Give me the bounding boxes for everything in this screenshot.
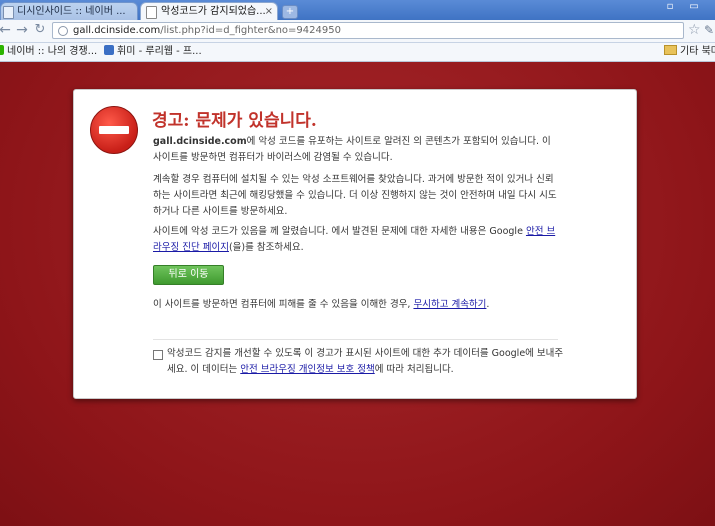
warning-paragraph-3: 사이트에 악성 코드가 있음을 께 알렸습니다. 에서 발견된 문제에 대한 자… [153, 224, 558, 256]
report-paragraph: 악성코드 감지를 개선할 수 있도록 이 경고가 표시된 사이트에 대한 추가 … [167, 346, 567, 378]
tab-strip: 디시인사이드 :: 네이버 ... 악성코드가 감지되었습... × + ▫ ▭ [0, 0, 715, 20]
warning-text: 사이트에 악성 코드가 있음을 께 알렸습니다. 에서 발견된 문제에 대한 자… [153, 226, 526, 237]
page-info-icon [58, 26, 68, 36]
tab-label: 악성코드가 감지되었습... [161, 6, 266, 17]
warning-text: 에 따라 처리됩니다. [374, 364, 454, 375]
warning-text: (을)를 참조하세요. [228, 242, 304, 253]
warning-paragraph-1: gall.dcinside.com에 악성 코드를 유포하는 사이트로 알려진 … [153, 134, 558, 166]
send-data-checkbox[interactable] [153, 350, 163, 360]
go-back-button[interactable]: 뒤로 이동 [153, 265, 224, 285]
stop-sign-icon [90, 106, 138, 154]
bookmarks-bar: 네이버 :: 나의 경쟁... 휘미 - 루리웹 - 프... 기타 북마 [0, 43, 715, 62]
bookmark-ruliweb[interactable]: 휘미 - 루리웹 - 프... [104, 43, 202, 61]
bookmark-label: 네이버 :: 나의 경쟁... [7, 46, 98, 57]
divider [153, 339, 558, 340]
warning-paragraph-2: 계속할 경우 컴퓨터에 설치될 수 있는 악성 소프트웨어를 찾았습니다. 과거… [153, 174, 557, 217]
page-favicon-icon [146, 6, 157, 19]
back-arrow-icon[interactable]: ← [0, 22, 13, 38]
warning-text: . [486, 299, 490, 310]
ruliweb-favicon-icon [104, 45, 114, 55]
maximize-window-icon[interactable]: ▭ [684, 1, 704, 13]
tab-malware-warning[interactable]: 악성코드가 감지되었습... × [140, 2, 278, 20]
folder-icon [664, 45, 677, 55]
page-favicon-icon [3, 6, 14, 19]
warning-title: 경고: 문제가 있습니다. [152, 111, 317, 131]
new-tab-button[interactable]: + [282, 5, 298, 19]
tab-dcinside[interactable]: 디시인사이드 :: 네이버 ... [0, 2, 138, 20]
warning-text: 이 사이트를 방문하면 컴퓨터에 피해를 줄 수 있음을 이해한 경우, [153, 299, 414, 310]
minimize-window-icon[interactable]: ▫ [660, 1, 680, 13]
bookmark-label: 기타 북마 [680, 46, 715, 57]
tab-label: 디시인사이드 :: 네이버 ... [17, 6, 126, 17]
bookmark-naver[interactable]: 네이버 :: 나의 경쟁... [0, 43, 97, 61]
malware-warning-page: 경고: 문제가 있습니다. gall.dcinside.com에 악성 코드를 … [0, 62, 715, 526]
browser-toolbar: ← → ↻ gall.dcinside.com/list.php?id=d_fi… [0, 20, 715, 43]
address-bar[interactable]: gall.dcinside.com/list.php?id=d_fighter&… [52, 22, 684, 39]
naver-favicon-icon [0, 45, 4, 55]
forward-arrow-icon[interactable]: → [14, 22, 30, 38]
other-bookmarks-folder[interactable]: 기타 북마 [664, 43, 715, 61]
warning-card: 경고: 문제가 있습니다. gall.dcinside.com에 악성 코드를 … [73, 89, 637, 399]
address-host: gall.dcinside.com [73, 25, 161, 36]
warning-paragraph-4: 이 사이트를 방문하면 컴퓨터에 피해를 줄 수 있음을 이해한 경우, 무시하… [153, 297, 558, 313]
site-host: gall.dcinside.com [153, 136, 247, 147]
address-path: /list.php?id=d_fighter&no=9424950 [160, 25, 341, 36]
bookmark-label: 휘미 - 루리웹 - 프... [117, 46, 202, 57]
proceed-anyway-link[interactable]: 무시하고 계속하기 [413, 299, 486, 310]
privacy-policy-link[interactable]: 안전 브라우징 개인정보 보호 정책 [240, 364, 374, 375]
reload-icon[interactable]: ↻ [32, 22, 48, 38]
wrench-menu-icon[interactable]: ✎ [704, 22, 715, 38]
close-tab-icon[interactable]: × [265, 3, 273, 20]
bookmark-star-icon[interactable]: ☆ [688, 22, 701, 38]
